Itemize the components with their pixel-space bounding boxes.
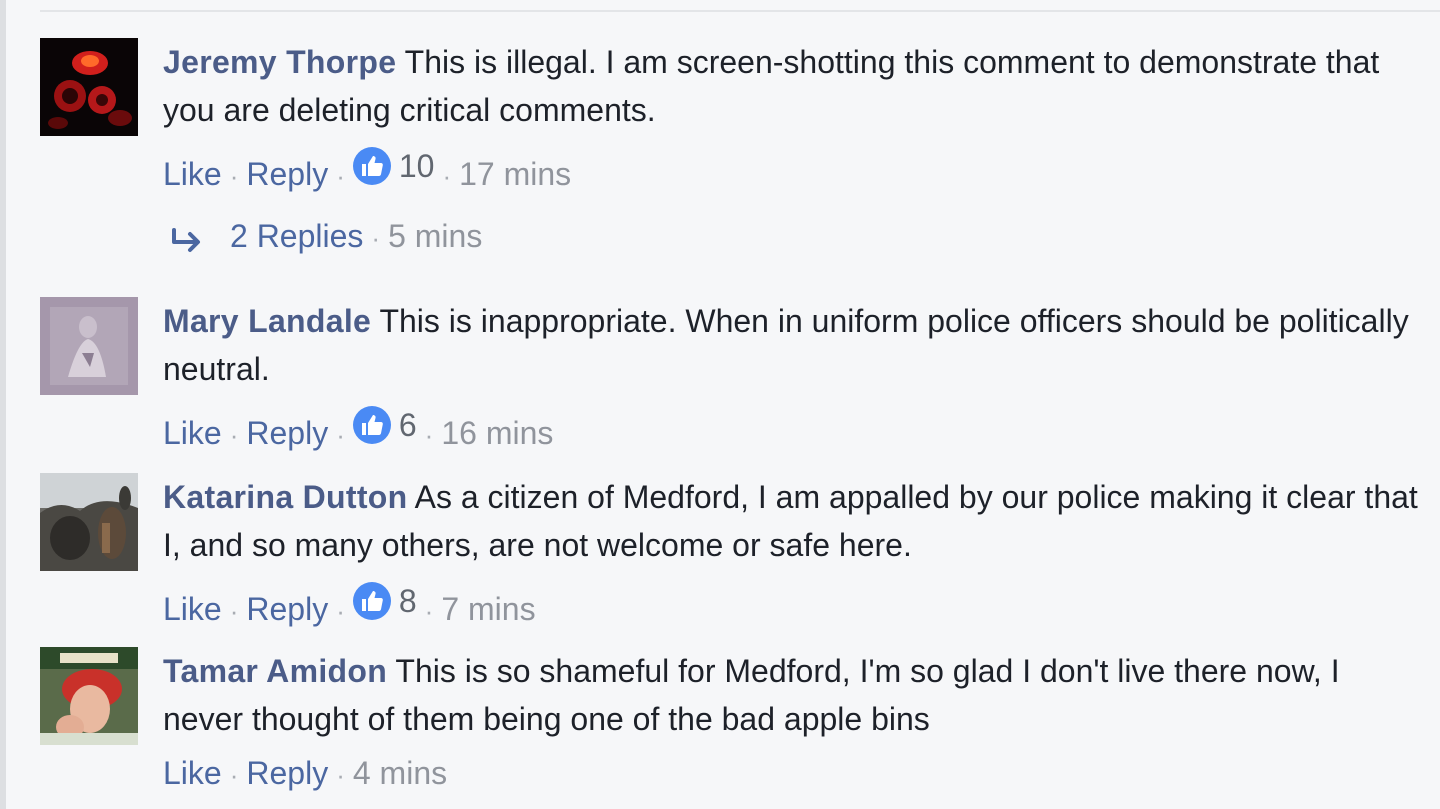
comment-text-block: Katarina Dutton As a citizen of Medford,… bbox=[163, 473, 1426, 569]
red-flower-avatar-icon bbox=[40, 38, 138, 136]
avatar[interactable] bbox=[40, 38, 138, 136]
thumbs-up-icon bbox=[352, 406, 391, 444]
separator: · bbox=[424, 420, 434, 450]
comment-text-block: Jeremy Thorpe This is illegal. I am scre… bbox=[163, 38, 1426, 134]
avatar[interactable] bbox=[40, 297, 138, 395]
like-button[interactable]: Like bbox=[163, 415, 222, 451]
comment-text-block: Tamar Amidon This is so shameful for Med… bbox=[163, 647, 1426, 743]
like-button[interactable]: Like bbox=[163, 755, 222, 791]
view-replies-link[interactable]: 2 Replies · 5 mins bbox=[170, 214, 482, 260]
comment-timestamp[interactable]: 16 mins bbox=[441, 415, 553, 451]
separator: · bbox=[229, 420, 239, 450]
replies-timestamp: 5 mins bbox=[388, 218, 483, 254]
woman-portrait-avatar-icon bbox=[40, 647, 138, 745]
panel-left-border bbox=[0, 0, 6, 809]
outdoor-photo-avatar-icon bbox=[40, 473, 138, 571]
reply-arrow-icon bbox=[172, 227, 200, 252]
separator: · bbox=[336, 760, 345, 790]
comment-author[interactable]: Tamar Amidon bbox=[163, 653, 387, 689]
like-count-value: 8 bbox=[398, 583, 417, 619]
separator: · bbox=[336, 596, 345, 626]
like-count-value: 6 bbox=[398, 407, 417, 443]
comment-timestamp[interactable]: 7 mins bbox=[441, 591, 535, 627]
thumbs-up-icon bbox=[352, 582, 391, 620]
like-count[interactable]: 6 bbox=[352, 405, 417, 445]
thumbs-up-icon bbox=[352, 147, 391, 185]
comment-author[interactable]: Jeremy Thorpe bbox=[163, 44, 396, 80]
avatar[interactable] bbox=[40, 473, 138, 571]
separator: · bbox=[229, 760, 239, 790]
replies-count-label[interactable]: 2 Replies bbox=[230, 218, 363, 254]
separator: · bbox=[336, 420, 345, 450]
like-button[interactable]: Like bbox=[163, 156, 222, 192]
comment-timestamp[interactable]: 17 mins bbox=[459, 156, 571, 192]
purple-portrait-avatar-icon bbox=[40, 297, 138, 395]
comment-author[interactable]: Katarina Dutton bbox=[163, 479, 408, 515]
comment-body: Mary Landale This is inappropriate. When… bbox=[163, 297, 1426, 451]
like-count[interactable]: 8 bbox=[352, 581, 417, 621]
separator: · bbox=[229, 161, 239, 191]
like-count-value: 10 bbox=[398, 148, 435, 184]
comment-timestamp[interactable]: 4 mins bbox=[353, 755, 447, 791]
reply-button[interactable]: Reply bbox=[246, 755, 328, 791]
reply-button[interactable]: Reply bbox=[246, 591, 328, 627]
separator: · bbox=[229, 596, 239, 626]
comment-author[interactable]: Mary Landale bbox=[163, 303, 371, 339]
comment-body: Katarina Dutton As a citizen of Medford,… bbox=[163, 473, 1426, 627]
like-count[interactable]: 10 bbox=[352, 146, 435, 186]
comment-body: Tamar Amidon This is so shameful for Med… bbox=[163, 647, 1426, 791]
separator: · bbox=[336, 161, 345, 191]
avatar[interactable] bbox=[40, 647, 138, 745]
reply-button[interactable]: Reply bbox=[246, 415, 328, 451]
separator: · bbox=[371, 223, 381, 253]
comment-actions: Like · Reply · 4 mins bbox=[163, 753, 447, 795]
comment-text-block: Mary Landale This is inappropriate. When… bbox=[163, 297, 1426, 393]
top-divider bbox=[40, 10, 1440, 12]
comment-actions: Like · Reply · 8 · 7 mins bbox=[163, 581, 536, 631]
like-button[interactable]: Like bbox=[163, 591, 222, 627]
reply-button[interactable]: Reply bbox=[246, 156, 328, 192]
separator: · bbox=[424, 596, 434, 626]
separator: · bbox=[442, 161, 452, 191]
comment-actions: Like · Reply · 10 · 17 mins bbox=[163, 146, 571, 196]
comment-body: Jeremy Thorpe This is illegal. I am scre… bbox=[163, 38, 1426, 192]
comment-actions: Like · Reply · 6 · 16 mins bbox=[163, 405, 553, 455]
